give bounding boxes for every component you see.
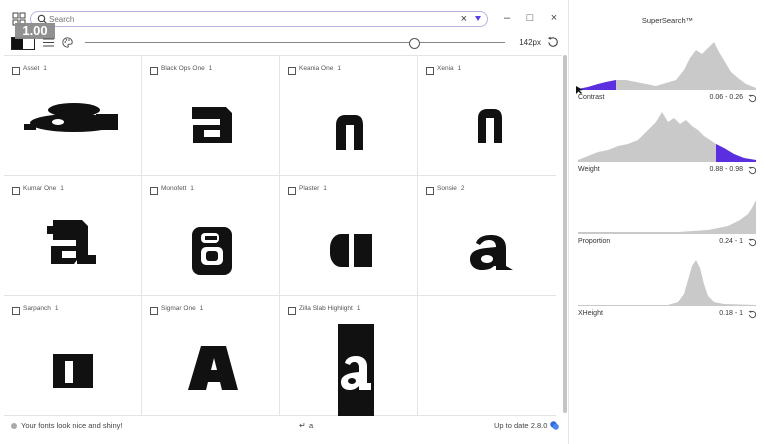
reset-icon[interactable] — [748, 166, 757, 175]
select-checkbox[interactable] — [150, 187, 158, 195]
size-slider-track[interactable] — [85, 42, 505, 43]
weight-histogram[interactable] — [578, 110, 756, 162]
glyph-preview — [336, 115, 363, 150]
select-checkbox[interactable] — [426, 67, 434, 75]
font-card-sarpanch[interactable]: Sarpanch 1 — [4, 296, 142, 416]
font-card-monofett[interactable]: Monofett 1 — [142, 176, 280, 296]
close-button[interactable]: × — [546, 10, 562, 26]
search-input[interactable] — [49, 12, 449, 26]
font-count: 1 — [54, 305, 59, 312]
maximize-button[interactable]: □ — [522, 10, 538, 26]
font-count: 1 — [457, 65, 462, 72]
status-message: Your fonts look nice and shiny! — [21, 421, 123, 430]
font-count: 1 — [190, 185, 194, 192]
font-card-empty — [418, 296, 556, 416]
select-checkbox[interactable] — [12, 307, 20, 315]
palette-icon[interactable] — [62, 37, 73, 48]
size-label: 142px — [519, 38, 541, 47]
font-name: Sarpanch — [23, 305, 51, 312]
font-card-asset[interactable]: Asset 1 — [4, 56, 142, 176]
glyph-preview — [330, 234, 372, 267]
select-checkbox[interactable] — [288, 67, 296, 75]
select-checkbox[interactable] — [12, 67, 20, 75]
font-count: 1 — [199, 305, 204, 312]
font-card-black-ops-one[interactable]: Black Ops One 1 — [142, 56, 280, 176]
reset-icon[interactable] — [547, 36, 559, 48]
font-name: Sonsie — [437, 185, 457, 192]
reset-icon[interactable] — [748, 310, 757, 319]
font-count: 1 — [323, 185, 327, 192]
font-count: 1 — [60, 185, 64, 192]
font-card-zilla-slab-highlight[interactable]: Zilla Slab Highlight 1 — [280, 296, 418, 416]
chat-icon[interactable] — [550, 421, 559, 430]
font-card-sigmar-one[interactable]: Sigmar One 1 — [142, 296, 280, 416]
font-count: 2 — [460, 185, 465, 192]
font-name: Black Ops One — [161, 65, 205, 72]
select-checkbox[interactable] — [426, 187, 434, 195]
glyph-preview — [188, 346, 238, 390]
font-name: Sigmar One — [161, 305, 196, 312]
filter-name-contrast: Contrast — [578, 94, 605, 101]
glyph-preview — [478, 109, 502, 143]
size-slider-thumb[interactable] — [409, 38, 420, 49]
status-indicator — [11, 423, 17, 429]
minimize-button[interactable]: – — [499, 10, 515, 26]
font-card-xenia[interactable]: Xenia 1 — [418, 56, 556, 176]
font-card-plaster[interactable]: Plaster 1 — [280, 176, 418, 296]
font-name: Zilla Slab Highlight — [299, 305, 353, 312]
font-name: Keania One — [299, 65, 334, 72]
glyph-preview — [470, 235, 513, 270]
font-name: Xenia — [437, 65, 454, 72]
scrollbar[interactable] — [563, 55, 567, 413]
font-name: Plaster — [299, 185, 320, 192]
glyph-preview — [24, 103, 118, 132]
filter-name-weight: Weight — [578, 166, 600, 173]
zoom-badge: 1.00 — [15, 23, 55, 39]
select-checkbox[interactable] — [288, 187, 296, 195]
font-count: 1 — [43, 65, 47, 72]
version-status: Up to date 2.8.0 — [494, 421, 548, 430]
dropdown-icon[interactable] — [475, 16, 481, 21]
select-checkbox[interactable] — [150, 67, 158, 75]
glyph-preview — [338, 324, 374, 416]
select-checkbox[interactable] — [150, 307, 158, 315]
select-checkbox[interactable] — [12, 187, 20, 195]
font-grid: Asset 1 Black Ops One 1 Keania One 1 Xenia 1 — [4, 55, 562, 417]
font-name: Asset — [23, 65, 40, 72]
filter-name-xheight: XHeight — [578, 310, 603, 317]
filter-name-proportion: Proportion — [578, 238, 611, 245]
search-box[interactable]: × — [30, 11, 488, 27]
xheight-histogram[interactable] — [578, 258, 756, 306]
glyph-preview — [192, 107, 232, 143]
panel-title: SuperSearch™ — [641, 16, 694, 25]
contrast-histogram[interactable] — [578, 40, 756, 90]
font-count: 1 — [356, 305, 361, 312]
filter-range-contrast: 0.06 - 0.26 — [709, 94, 743, 101]
font-count: 1 — [337, 65, 341, 72]
font-name: Monofett — [161, 185, 187, 192]
clear-search-icon[interactable]: × — [461, 13, 467, 25]
preview-text[interactable]: a — [309, 421, 313, 430]
list-icon[interactable] — [43, 38, 54, 47]
supersearch-panel: SuperSearch™ Contrast 0.06 - 0.26 Weight… — [568, 0, 765, 444]
font-card-keania-one[interactable]: Keania One 1 — [280, 56, 418, 176]
glyph-preview — [47, 220, 96, 264]
glyph-preview — [192, 227, 232, 275]
filter-range-weight: 0.88 - 0.98 — [709, 166, 743, 173]
reset-icon[interactable] — [748, 238, 757, 247]
filter-range-xheight: 0.18 - 1 — [719, 310, 743, 317]
proportion-histogram[interactable] — [578, 196, 756, 234]
font-name: Kumar One — [23, 185, 57, 192]
filter-range-proportion: 0.24 - 1 — [719, 238, 743, 245]
enter-icon: ↵ — [299, 421, 306, 430]
font-card-sonsie[interactable]: Sonsie 2 — [418, 176, 556, 296]
font-card-kumar-one[interactable]: Kumar One 1 — [4, 176, 142, 296]
select-checkbox[interactable] — [288, 307, 296, 315]
font-count: 1 — [208, 65, 213, 72]
reset-icon[interactable] — [748, 94, 757, 103]
glyph-preview — [53, 354, 93, 388]
